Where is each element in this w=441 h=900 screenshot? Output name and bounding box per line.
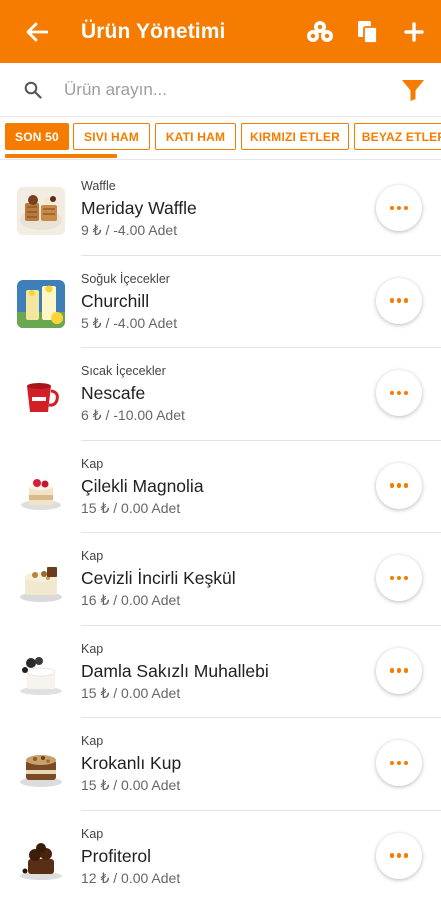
product-row[interactable]: Kap Cevizli İncirli Keşkül 16 ₺ / 0.00 A… — [0, 533, 441, 626]
product-row[interactable]: Kap Krokanlı Kup 15 ₺ / 0.00 Adet — [0, 718, 441, 811]
tab-kirmizi-etler[interactable]: KIRMIZI ETLER — [241, 123, 349, 150]
copy-icon[interactable] — [353, 17, 383, 47]
group-products-icon[interactable] — [305, 17, 335, 47]
product-price-stock: 15 ₺ / 0.00 Adet — [81, 684, 181, 701]
product-category: Soğuk İçecekler — [81, 271, 170, 286]
product-price-stock: 15 ₺ / 0.00 Adet — [81, 499, 181, 516]
kup-image — [17, 742, 65, 790]
divider — [0, 159, 441, 160]
tab-sivi-ham[interactable]: SIVI HAM — [73, 123, 150, 150]
product-price-stock: 16 ₺ / 0.00 Adet — [81, 592, 181, 608]
back-arrow-icon[interactable] — [23, 18, 51, 46]
product-row[interactable]: Kap Çilekli Magnolia 15 ₺ / 0.00 Adet — [0, 441, 441, 533]
product-category: Kap — [81, 826, 104, 841]
tab-label: KIRMIZI ETLER — [250, 129, 340, 144]
filter-icon[interactable] — [401, 78, 425, 102]
product-name: Profiterol — [81, 845, 152, 866]
search-bar — [0, 63, 441, 117]
product-name: Cevizli İncirli Keşkül — [81, 568, 236, 588]
tab-son-50[interactable]: SON 50 — [5, 123, 69, 150]
tab-label: SON 50 — [15, 129, 59, 144]
product-row[interactable]: Sıcak İçecekler Nescafe 6 ₺ / -10.00 Ade… — [0, 348, 441, 441]
more-options-button[interactable] — [376, 370, 422, 416]
tab-label: KATI HAM — [165, 129, 226, 144]
product-category: Kap — [81, 549, 104, 563]
more-options-button[interactable] — [376, 647, 422, 694]
product-price-stock: 6 ₺ / -10.00 Adet — [81, 407, 185, 423]
more-options-button[interactable] — [376, 555, 422, 601]
lemonade-image — [17, 279, 65, 328]
more-options-button[interactable] — [376, 462, 422, 509]
waffle-image — [17, 187, 65, 235]
product-list: Waffle Meriday Waffle 9 ₺ / -4.00 Adet S… — [0, 163, 441, 900]
more-options-button[interactable] — [376, 832, 422, 879]
product-name: Meriday Waffle — [81, 198, 197, 218]
more-options-button[interactable] — [376, 740, 422, 786]
product-name: Çilekli Magnolia — [81, 475, 204, 496]
product-price-stock: 15 ₺ / 0.00 Adet — [81, 777, 181, 793]
product-row[interactable]: Kap Damla Sakızlı Muhallebi 15 ₺ / 0.00 … — [0, 626, 441, 718]
tab-label: BEYAZ ETLER — [361, 129, 441, 144]
search-icon — [22, 79, 44, 101]
product-category: Kap — [81, 456, 104, 471]
more-options-button[interactable] — [376, 185, 422, 231]
magnolia-image — [17, 464, 65, 513]
product-price-stock: 12 ₺ / 0.00 Adet — [81, 869, 181, 886]
page-title: Ürün Yönetimi — [81, 19, 226, 43]
product-name: Damla Sakızlı Muhallebi — [81, 660, 269, 681]
product-name: Churchill — [81, 290, 150, 311]
product-category: Kap — [81, 641, 104, 656]
plus-icon[interactable] — [399, 17, 429, 47]
profiterol-image — [17, 834, 65, 883]
tab-kati-ham[interactable]: KATI HAM — [155, 123, 236, 150]
product-row[interactable]: Soğuk İçecekler Churchill 5 ₺ / -4.00 Ad… — [0, 256, 441, 348]
product-category: Waffle — [81, 179, 116, 193]
tab-indicator — [5, 154, 117, 158]
product-row[interactable]: Waffle Meriday Waffle 9 ₺ / -4.00 Adet — [0, 163, 441, 256]
tab-label: SIVI HAM — [84, 129, 139, 144]
product-name: Nescafe — [81, 383, 146, 403]
product-price-stock: 5 ₺ / -4.00 Adet — [81, 314, 178, 331]
product-category: Sıcak İçecekler — [81, 364, 166, 378]
category-tabs: SON 50 SIVI HAM KATI HAM KIRMIZI ETLER B… — [0, 117, 441, 161]
product-price-stock: 9 ₺ / -4.00 Adet — [81, 222, 178, 238]
more-options-button[interactable] — [376, 277, 422, 324]
product-name: Krokanlı Kup — [81, 753, 182, 773]
product-category: Kap — [81, 734, 104, 748]
keskul-image — [17, 557, 65, 605]
muhallebi-image — [17, 649, 65, 698]
search-input[interactable] — [64, 79, 364, 100]
coffee-cup-image — [17, 372, 65, 420]
product-row[interactable]: Kap Profiterol 12 ₺ / 0.00 Adet — [0, 811, 441, 900]
app-bar: Ürün Yönetimi — [0, 0, 441, 63]
tab-beyaz-etler[interactable]: BEYAZ ETLER — [354, 123, 441, 150]
